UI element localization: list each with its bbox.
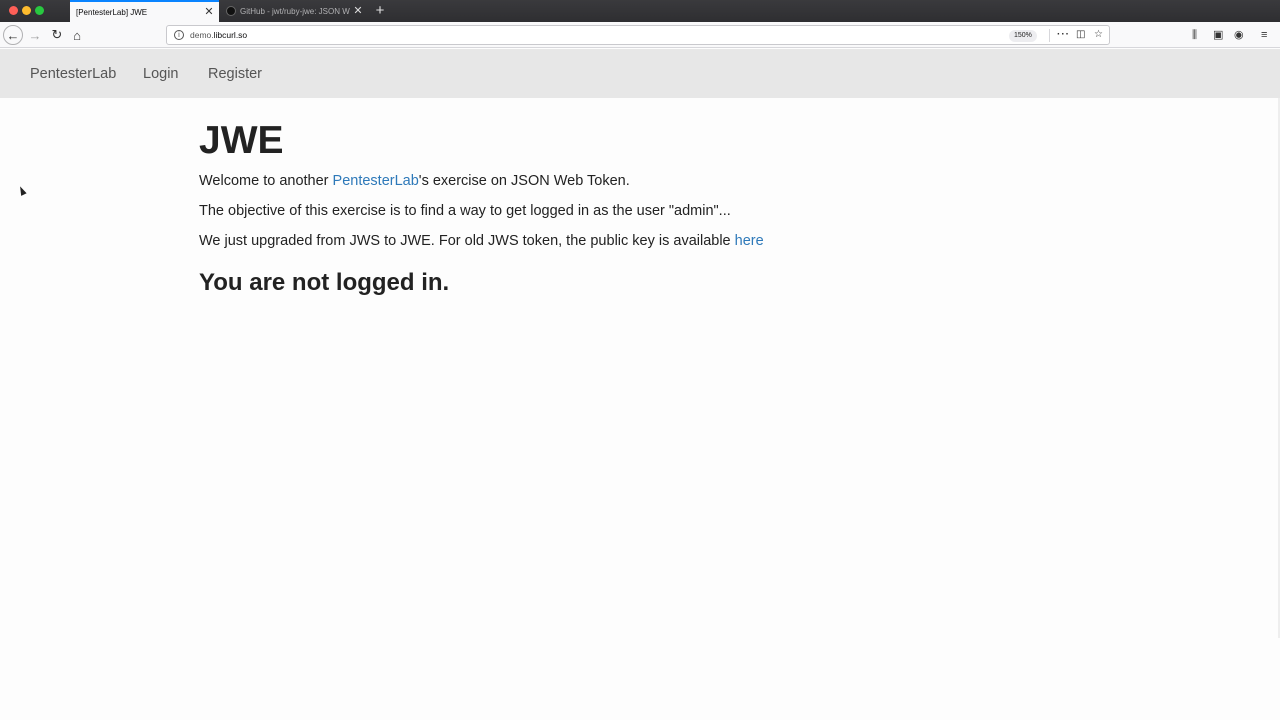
hamburger-menu-icon[interactable]: ≡	[1261, 28, 1267, 42]
url-host-prefix: demo.	[190, 30, 214, 40]
site-navbar: PentesterLab Login Register	[0, 49, 1280, 98]
pentesterlab-link[interactable]: PentesterLab	[333, 173, 419, 189]
register-link[interactable]: Register	[208, 66, 262, 82]
navigation-toolbar: ← → ↻ ⌂ i demo.libcurl.so 150% ··· ◫ ☆ ⫼…	[0, 22, 1280, 48]
more-icon[interactable]: ···	[1057, 28, 1070, 42]
pocket-icon[interactable]: ◫	[1076, 28, 1085, 42]
main-content: JWE Welcome to another PentesterLab's ex…	[199, 117, 1099, 297]
close-tab-icon[interactable]: ✕	[202, 6, 216, 18]
close-window-button[interactable]	[9, 6, 18, 15]
login-status-heading: You are not logged in.	[199, 269, 450, 296]
welcome-text-start: Welcome to another	[199, 173, 333, 189]
library-icon[interactable]: ⫼	[1192, 28, 1197, 42]
forward-arrow-icon[interactable]: →	[26, 26, 44, 44]
upgrade-text: We just upgraded from JWS to JWE. For ol…	[199, 233, 735, 249]
url-text[interactable]: demo.libcurl.so	[190, 30, 247, 40]
login-link[interactable]: Login	[143, 66, 178, 82]
account-icon[interactable]: ◉	[1234, 28, 1244, 42]
url-bar[interactable]: i demo.libcurl.so 150% ··· ◫ ☆	[166, 25, 1110, 45]
page-title: JWE	[199, 119, 284, 162]
tab-github-ruby-jwe[interactable]: GitHub - jwt/ruby-jwe: JSON W ✕	[220, 0, 368, 22]
url-bar-divider	[1049, 29, 1050, 42]
tab-pentesterlab-jwe[interactable]: [PentesterLab] JWE ✕	[70, 0, 219, 22]
welcome-paragraph: Welcome to another PentesterLab's exerci…	[199, 171, 1099, 191]
zoom-level-badge[interactable]: 150%	[1009, 30, 1037, 42]
welcome-text-end: 's exercise on JSON Web Token.	[418, 173, 630, 189]
tab-title: [PentesterLab] JWE	[76, 7, 148, 17]
upgrade-paragraph: We just upgraded from JWS to JWE. For ol…	[199, 231, 1099, 251]
mouse-cursor-icon	[17, 185, 27, 196]
tab-title: GitHub - jwt/ruby-jwe: JSON W	[240, 6, 350, 16]
objective-paragraph: The objective of this exercise is to fin…	[199, 203, 731, 219]
star-icon[interactable]: ☆	[1094, 28, 1103, 42]
minimize-window-button[interactable]	[22, 6, 31, 15]
public-key-link[interactable]: here	[735, 233, 764, 249]
brand-link[interactable]: PentesterLab	[30, 66, 116, 82]
new-tab-button[interactable]: +	[372, 2, 388, 20]
close-tab-icon[interactable]: ✕	[351, 5, 365, 17]
home-icon[interactable]: ⌂	[68, 26, 86, 44]
github-icon	[226, 6, 236, 16]
info-icon[interactable]: i	[174, 30, 184, 40]
maximize-window-button[interactable]	[35, 6, 44, 15]
sidebar-icon[interactable]: ▣	[1213, 28, 1223, 42]
tab-strip: [PentesterLab] JWE ✕ GitHub - jwt/ruby-j…	[0, 0, 1280, 22]
url-host-domain: libcurl.so	[213, 30, 248, 40]
back-arrow-icon[interactable]: ←	[3, 25, 23, 45]
reload-icon[interactable]: ↻	[48, 26, 66, 44]
